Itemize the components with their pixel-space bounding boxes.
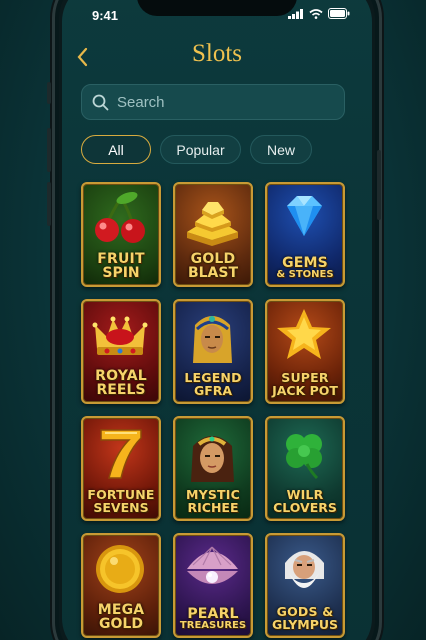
game-title: MEGA GOLD xyxy=(83,603,159,631)
pharaoh-icon xyxy=(193,316,232,363)
game-title: FORTUNE SEVENS xyxy=(83,488,159,515)
game-title: MYSTIC RICHEE xyxy=(175,488,251,515)
game-title-line2: SPIN xyxy=(102,265,140,281)
game-tile-pearl-treasures[interactable]: PEARL TREASURES xyxy=(173,533,253,638)
game-tile-legend-gfra[interactable]: LEGEND GFRA xyxy=(173,299,253,404)
filter-popular[interactable]: Popular xyxy=(160,135,241,164)
game-tile-mega-gold[interactable]: MEGA GOLD xyxy=(81,533,161,638)
status-time: 9:41 xyxy=(92,8,119,23)
game-tile-mystic-richee[interactable]: MYSTIC RICHEE xyxy=(173,416,253,521)
search-icon xyxy=(92,94,109,110)
game-title: GOLD BLAST xyxy=(175,252,251,280)
game-tile-gods-glympus[interactable]: GODS & GLYMPUS xyxy=(265,533,345,638)
filter-tabs: All Popular New xyxy=(81,135,312,164)
game-title-line2: SEVENS xyxy=(93,499,149,515)
crown-icon xyxy=(92,316,148,355)
game-title: ROYAL REELS xyxy=(83,369,159,397)
game-title: LEGEND GFRA xyxy=(175,371,251,398)
search-input[interactable] xyxy=(117,93,337,111)
game-title: WILR CLOVERS xyxy=(267,488,343,515)
game-title-line1: ROYAL xyxy=(95,368,147,384)
game-title-line1: MEGA xyxy=(97,602,145,618)
status-icons xyxy=(288,8,350,19)
filter-all[interactable]: All xyxy=(81,135,151,164)
gold-coin-icon xyxy=(96,545,144,593)
game-title-line2: GLYMPUS xyxy=(271,616,339,632)
game-title-line1: GEMS xyxy=(282,255,328,271)
game-tile-gems-stones[interactable]: GEMS & STONES xyxy=(265,182,345,287)
search-bar[interactable] xyxy=(81,84,345,120)
game-tile-super-jackpot[interactable]: SUPER JACK POT xyxy=(265,299,345,404)
game-title-line2: REELS xyxy=(96,382,146,398)
header: Slots xyxy=(62,38,372,78)
cherries-icon xyxy=(95,191,145,243)
game-tile-royal-reels[interactable]: ROYAL REELS xyxy=(81,299,161,404)
game-title-line2: GFRA xyxy=(193,382,233,398)
diamond-icon xyxy=(287,196,322,236)
game-title-line1: GOLD xyxy=(190,251,236,267)
app-screen: 9:41 Slots Search All Popular New FRUIT … xyxy=(62,0,372,640)
game-title: PEARL TREASURES xyxy=(175,607,251,631)
game-tile-gold-blast[interactable]: GOLD BLAST xyxy=(173,182,253,287)
clover-icon xyxy=(286,434,322,480)
game-title: SUPER JACK POT xyxy=(267,371,343,398)
star-icon xyxy=(277,309,331,359)
zeus-icon xyxy=(285,551,324,588)
game-title-line2: TREASURES xyxy=(179,620,247,631)
pearl-shell-icon xyxy=(187,546,238,584)
slots-grid: FRUIT SPIN GOLD BLAST GEMS & STONES ROYA… xyxy=(81,182,345,638)
volume-down-button xyxy=(47,182,51,226)
wifi-icon xyxy=(309,8,323,19)
queen-icon xyxy=(191,436,234,482)
game-title-line2: & STONES xyxy=(276,269,334,280)
game-tile-wilr-clovers[interactable]: WILR CLOVERS xyxy=(265,416,345,521)
game-title-line2: BLAST xyxy=(187,265,239,281)
game-title-line2: RICHEE xyxy=(187,499,239,515)
game-title: GODS & GLYMPUS xyxy=(267,605,343,632)
game-title-line1: PEARL xyxy=(187,606,239,622)
mute-switch xyxy=(47,82,51,104)
game-tile-fruit-spin[interactable]: FRUIT SPIN xyxy=(81,182,161,287)
notch xyxy=(137,0,297,16)
seven-icon xyxy=(100,429,142,479)
volume-up-button xyxy=(47,128,51,172)
page-title: Slots xyxy=(191,40,243,67)
filter-new[interactable]: New xyxy=(250,135,312,164)
gold-bars-icon xyxy=(187,202,238,246)
game-title: GEMS & STONES xyxy=(267,256,343,280)
game-title-line2: JACK POT xyxy=(272,382,338,398)
game-title-line2: CLOVERS xyxy=(273,499,337,515)
game-title-line2: GOLD xyxy=(99,616,143,632)
power-button xyxy=(377,150,381,220)
signal-icon xyxy=(288,8,303,19)
game-tile-fortune-sevens[interactable]: FORTUNE SEVENS xyxy=(81,416,161,521)
game-title-line1: FRUIT xyxy=(97,251,145,267)
game-title: FRUIT SPIN xyxy=(83,252,159,280)
battery-icon xyxy=(328,8,350,19)
